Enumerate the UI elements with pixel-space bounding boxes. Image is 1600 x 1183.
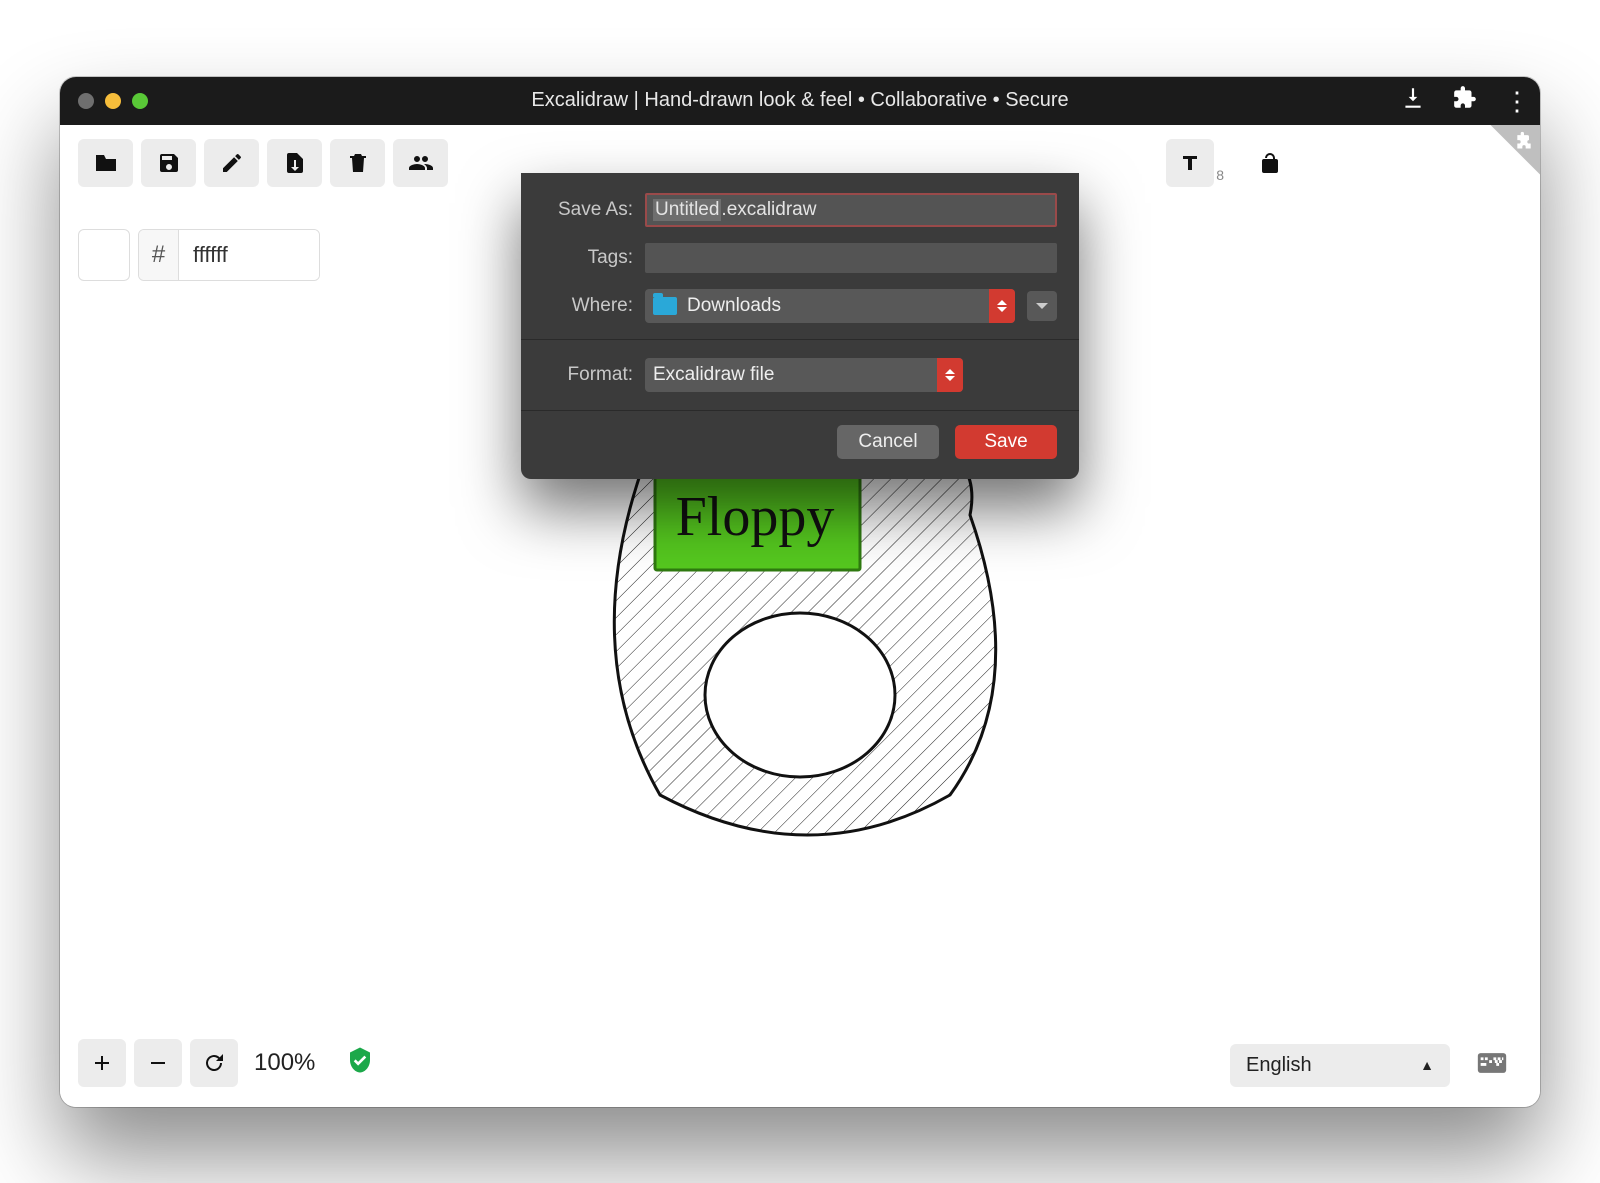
save-as-input[interactable]: Untitled.excalidraw [645,193,1057,227]
minimize-window-icon[interactable] [105,93,121,109]
delete-button[interactable] [330,139,385,187]
zoom-reset-button[interactable] [190,1039,238,1087]
shapes-toolbar: 8 [1166,139,1290,187]
close-window-icon[interactable] [78,93,94,109]
format-popup[interactable]: Excalidraw file [645,358,963,392]
save-button[interactable] [141,139,196,187]
install-app-icon[interactable] [1400,85,1426,116]
updown-icon [989,289,1015,323]
hash-label: # [139,230,179,280]
fullscreen-window-icon[interactable] [132,93,148,109]
color-hex-field[interactable]: # [138,229,320,281]
export-button[interactable] [267,139,322,187]
corner-fold-icon[interactable] [1470,125,1540,195]
language-label: English [1246,1054,1312,1077]
language-select[interactable]: English ▲ [1230,1044,1450,1087]
zoom-in-button[interactable] [78,1039,126,1087]
app-window: Excalidraw | Hand-drawn look & feel • Co… [60,77,1540,1107]
cancel-button[interactable]: Cancel [837,425,939,459]
where-popup[interactable]: Downloads [645,289,1015,323]
tags-label: Tags: [543,247,633,269]
color-picker: # [78,229,320,281]
collaborate-button[interactable] [393,139,448,187]
text-tool-button[interactable] [1166,139,1214,187]
format-value: Excalidraw file [653,364,774,386]
where-label: Where: [543,295,633,317]
browser-menu-icon[interactable]: ⋮ [1504,88,1530,114]
color-hex-input[interactable] [179,230,319,280]
encryption-shield-icon[interactable] [345,1045,375,1080]
app-surface: # 8 [60,125,1540,1107]
titlebar: Excalidraw | Hand-drawn look & feel • Co… [60,77,1540,125]
save-dialog: Save As: Untitled.excalidraw Tags: Where… [521,173,1079,479]
keyboard-button[interactable] [1464,1039,1520,1087]
format-label: Format: [543,364,633,386]
file-toolbar [78,139,448,187]
color-swatch[interactable] [78,229,130,281]
window-controls [60,93,148,109]
save-as-label: Save As: [543,199,633,221]
window-title: Excalidraw | Hand-drawn look & feel • Co… [60,89,1540,112]
save-confirm-button[interactable]: Save [955,425,1057,459]
folder-icon [653,297,677,315]
sticky-text: Floppy [676,486,835,548]
chevron-up-icon: ▲ [1420,1057,1434,1073]
open-button[interactable] [78,139,133,187]
expand-dialog-button[interactable] [1027,291,1057,321]
tags-input[interactable] [645,243,1057,273]
zoom-level: 100% [246,1049,323,1077]
zoom-out-button[interactable] [134,1039,182,1087]
text-tool-shortcut: 8 [1216,167,1224,187]
extensions-icon[interactable] [1452,85,1478,116]
save-as-filename-ext: .excalidraw [721,199,816,221]
lock-button[interactable] [1250,143,1290,183]
where-value: Downloads [687,295,781,317]
save-as-filename-selected: Untitled [653,199,721,221]
updown-icon [937,358,963,392]
edit-button[interactable] [204,139,259,187]
zoom-controls: 100% [78,1039,375,1087]
